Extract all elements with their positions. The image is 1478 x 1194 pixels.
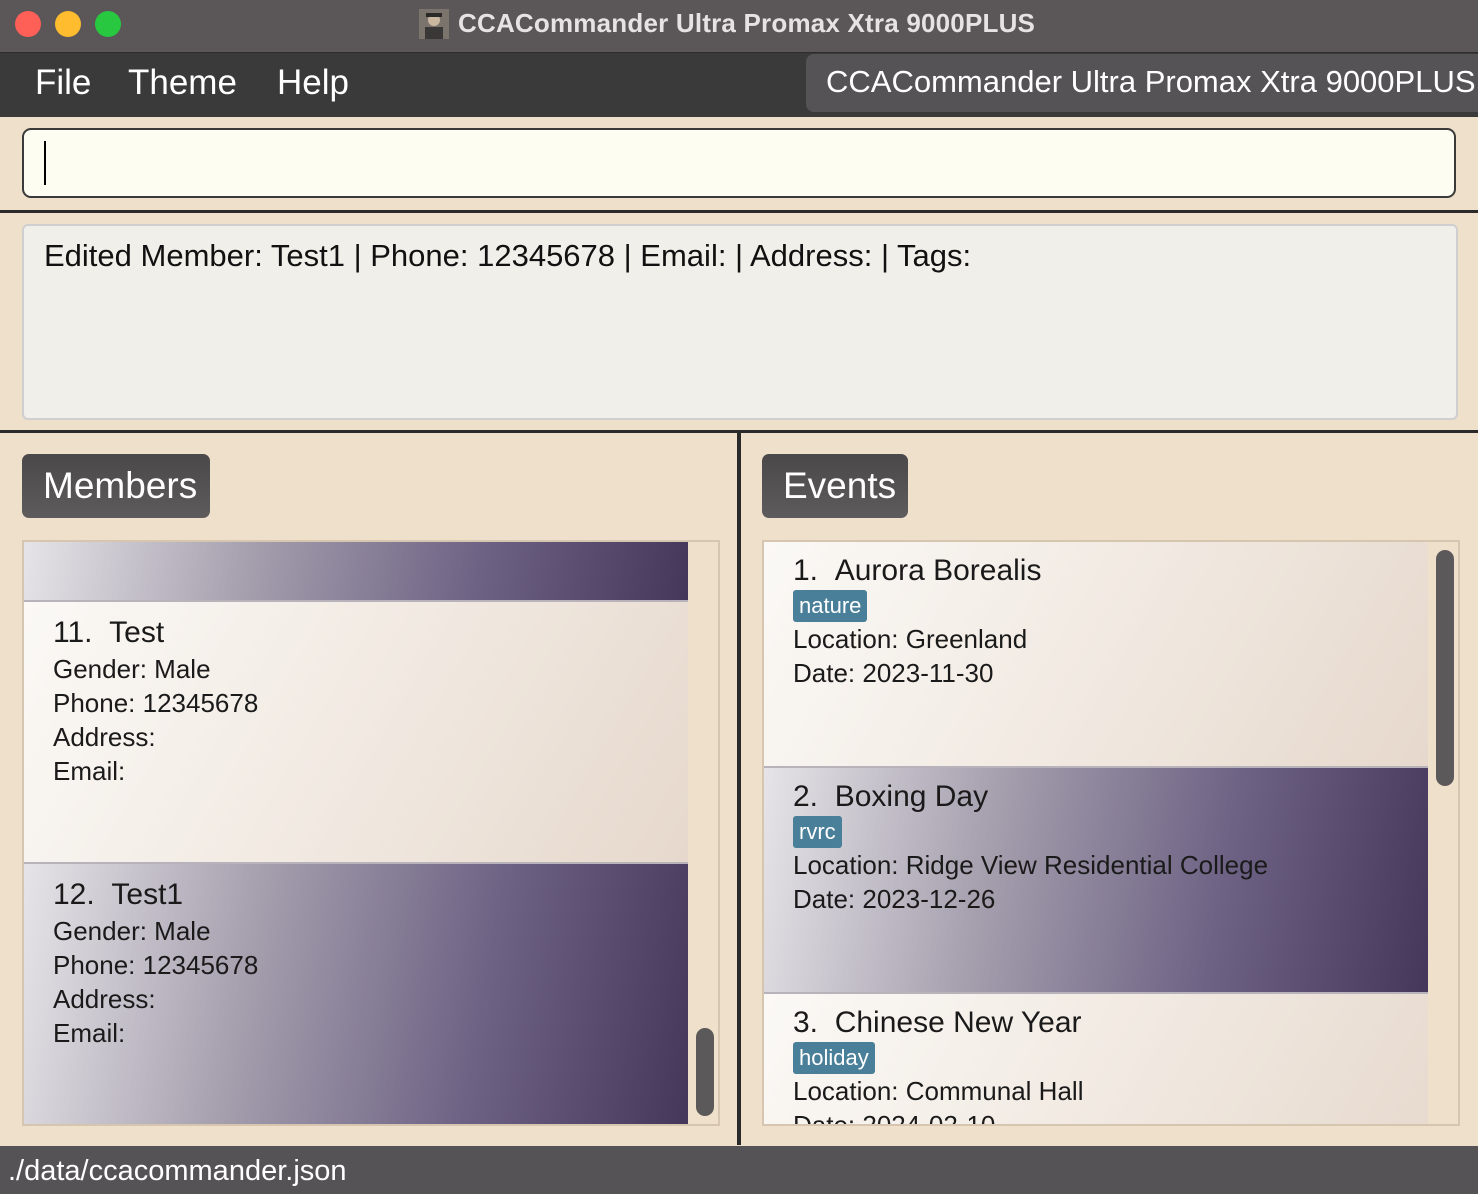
events-scrollbar-thumb[interactable] [1436,550,1454,786]
command-area [0,117,1478,211]
list-item[interactable] [24,542,688,602]
members-scrollbar[interactable] [690,542,718,1124]
events-scrollbar[interactable] [1430,542,1458,1124]
event-name: Boxing Day [834,780,989,813]
result-text: Edited Member: Test1 | Phone: 12345678 |… [44,238,972,273]
event-date: Date: 2024-02-10 [793,1110,996,1126]
panel-divider [737,433,741,1145]
member-address: Address: [53,984,156,1014]
member-email: Email: [53,756,126,786]
event-tag: holiday [793,1042,875,1074]
event-title: 3. Chinese New Year [793,1006,1082,1040]
events-header: Events [762,454,908,518]
app-title-text: CCACommander Ultra Promax Xtra 9000PLUS [826,64,1476,99]
event-name: Chinese New Year [834,1006,1082,1039]
app-icon [419,9,449,39]
menu-theme[interactable]: Theme [128,63,237,103]
event-index: 1. [793,554,819,587]
member-card[interactable]: 11. Test Gender: Male Phone: 12345678 Ad… [24,602,688,864]
event-title: 1. Aurora Borealis [793,554,1041,588]
window-title: CCACommander Ultra Promax Xtra 9000PLUS [458,8,1036,38]
event-name: Aurora Borealis [834,554,1042,587]
events-list[interactable]: 1. Aurora Borealis nature Location: Gree… [762,540,1460,1126]
app-title-label: CCACommander Ultra Promax Xtra 9000PLUS [806,54,1478,112]
member-card[interactable]: 12. Test1 Gender: Male Phone: 12345678 A… [24,864,688,1124]
event-card[interactable]: 3. Chinese New Year holiday Location: Co… [764,994,1428,1126]
command-input[interactable] [22,128,1456,198]
minimize-window-button[interactable] [55,11,81,37]
event-index: 3. [793,1006,819,1039]
status-bar: ./data/ccacommander.json [0,1146,1478,1194]
member-name: Test1 [111,878,184,911]
menu-bar: File Theme Help CCACommander Ultra Proma… [0,53,1478,117]
event-location: Location: Ridge View Residential College [793,850,1269,880]
members-header-label: Members [43,465,198,506]
members-list[interactable]: 11. Test Gender: Male Phone: 12345678 Ad… [22,540,720,1126]
member-index: 12. [53,878,95,911]
member-gender: Gender: Male [53,916,211,946]
event-date: Date: 2023-11-30 [793,658,994,688]
file-path: ./data/ccacommander.json [8,1155,347,1187]
menu-help[interactable]: Help [277,63,349,103]
event-card[interactable]: 1. Aurora Borealis nature Location: Gree… [764,542,1428,768]
members-header: Members [22,454,210,518]
menu-file[interactable]: File [35,63,91,103]
member-title: 12. Test1 [53,878,183,912]
event-location: Location: Communal Hall [793,1076,1084,1106]
member-address: Address: [53,722,156,752]
text-caret [44,141,46,185]
result-display: Edited Member: Test1 | Phone: 12345678 |… [22,224,1458,420]
event-title: 2. Boxing Day [793,780,988,814]
member-gender: Gender: Male [53,654,211,684]
members-scrollbar-thumb[interactable] [696,1028,714,1116]
divider [0,210,1478,213]
events-header-label: Events [783,465,897,506]
member-index: 11. [53,616,93,649]
member-phone: Phone: 12345678 [53,950,259,980]
zoom-window-button[interactable] [95,11,121,37]
member-email: Email: [53,1018,126,1048]
event-location: Location: Greenland [793,624,1028,654]
event-tag: rvrc [793,816,842,848]
event-card[interactable]: 2. Boxing Day rvrc Location: Ridge View … [764,768,1428,994]
member-phone: Phone: 12345678 [53,688,259,718]
member-title: 11. Test [53,616,164,650]
title-bar: CCACommander Ultra Promax Xtra 9000PLUS [0,0,1478,53]
close-window-button[interactable] [15,11,41,37]
event-date: Date: 2023-12-26 [793,884,996,914]
event-index: 2. [793,780,819,813]
event-tag: nature [793,590,868,622]
member-name: Test [109,616,165,649]
